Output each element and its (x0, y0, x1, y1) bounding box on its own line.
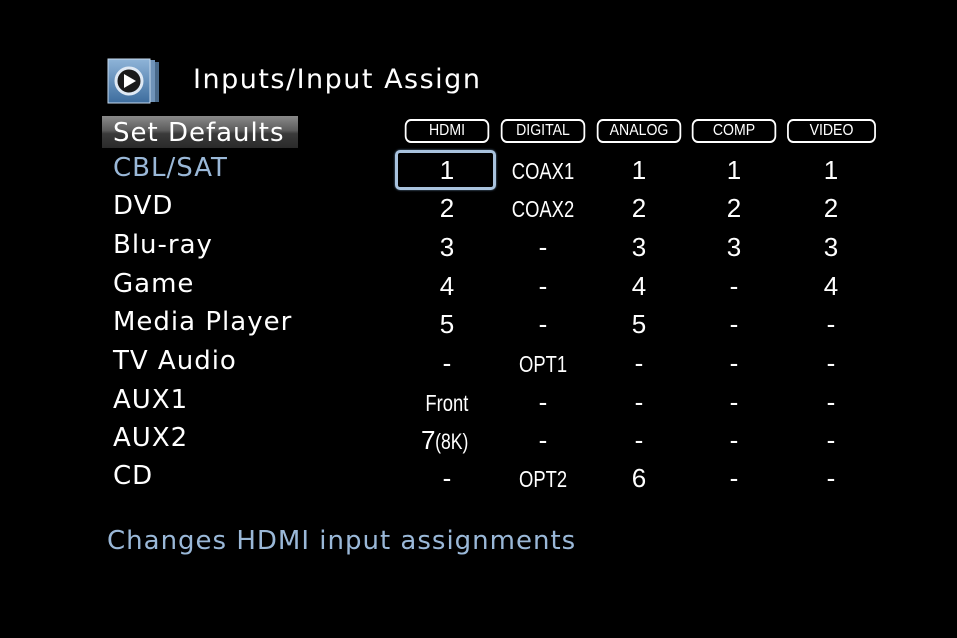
cell-digital[interactable]: OPT1 (495, 348, 591, 379)
cell-hdmi[interactable]: 7(8K) (399, 425, 495, 456)
cell-comp[interactable]: - (686, 309, 782, 340)
cell-hdmi[interactable]: 3 (399, 232, 495, 263)
row-label-game[interactable]: Game (113, 269, 194, 299)
cell-comp[interactable]: - (686, 348, 782, 379)
cell-hdmi[interactable]: 5 (399, 309, 495, 340)
cell-hdmi[interactable]: Front (399, 387, 495, 418)
cell-comp[interactable]: 1 (686, 155, 782, 186)
cell-digital-value: COAX1 (511, 158, 575, 184)
row-label-cd[interactable]: CD (113, 461, 153, 491)
cell-comp[interactable]: 2 (686, 193, 782, 224)
column-header-comp: COMP (691, 119, 777, 143)
cell-analog[interactable]: - (591, 348, 687, 379)
cell-hdmi[interactable]: 2 (399, 193, 495, 224)
cell-video[interactable]: - (783, 425, 879, 456)
cell-hdmi[interactable]: - (399, 348, 495, 379)
cell-digital[interactable]: OPT2 (495, 463, 591, 494)
cell-comp[interactable]: - (686, 387, 782, 418)
cell-digital[interactable]: - (495, 271, 591, 302)
cell-digital[interactable]: COAX2 (495, 193, 591, 224)
cell-hdmi[interactable]: 1 (399, 155, 495, 186)
help-text: Changes HDMI input assignments (107, 526, 577, 556)
column-header-analog: ANALOG (596, 119, 682, 143)
cell-video[interactable]: 1 (783, 155, 879, 186)
row-label-blu-ray[interactable]: Blu-ray (113, 230, 213, 260)
cell-comp[interactable]: - (686, 425, 782, 456)
cell-digital-value: COAX2 (511, 196, 575, 222)
column-header-video: VIDEO (787, 119, 876, 143)
cell-video[interactable]: - (783, 463, 879, 494)
row-label-cbl-sat[interactable]: CBL/SAT (113, 153, 228, 183)
cell-comp[interactable]: - (686, 463, 782, 494)
cell-digital[interactable]: - (495, 309, 591, 340)
set-defaults-button[interactable]: Set Defaults (102, 116, 298, 148)
cell-comp[interactable]: - (686, 271, 782, 302)
cell-hdmi[interactable]: 4 (399, 271, 495, 302)
row-label-tv-audio[interactable]: TV Audio (113, 346, 237, 376)
cell-digital[interactable]: COAX1 (495, 155, 591, 186)
row-label-dvd[interactable]: DVD (113, 191, 173, 221)
row-label-media-player[interactable]: Media Player (113, 307, 292, 337)
arrow-right-icon (107, 58, 161, 104)
row-label-aux1[interactable]: AUX1 (113, 385, 188, 415)
cell-video[interactable]: 3 (783, 232, 879, 263)
cell-video[interactable]: - (783, 309, 879, 340)
cell-digital[interactable]: - (495, 425, 591, 456)
page-title: Inputs/Input Assign (193, 64, 482, 95)
cell-analog[interactable]: 4 (591, 271, 687, 302)
cell-digital[interactable]: - (495, 232, 591, 263)
cell-digital-value: OPT2 (518, 466, 568, 492)
cell-hdmi-value: Front (425, 390, 469, 416)
cell-analog[interactable]: 2 (591, 193, 687, 224)
cell-analog[interactable]: 6 (591, 463, 687, 494)
row-label-aux2[interactable]: AUX2 (113, 423, 188, 453)
cell-video[interactable]: - (783, 348, 879, 379)
cell-hdmi-value: 7 (420, 425, 436, 455)
cell-video[interactable]: - (783, 387, 879, 418)
cell-analog[interactable]: - (591, 387, 687, 418)
cell-hdmi-suffix: (8K) (435, 429, 469, 454)
cell-analog[interactable]: 5 (591, 309, 687, 340)
cell-digital-value: OPT1 (518, 351, 568, 377)
cell-analog[interactable]: 1 (591, 155, 687, 186)
cell-analog[interactable]: 3 (591, 232, 687, 263)
cell-comp[interactable]: 3 (686, 232, 782, 263)
column-header-hdmi: HDMI (404, 119, 490, 143)
cell-digital[interactable]: - (495, 387, 591, 418)
cell-video[interactable]: 2 (783, 193, 879, 224)
column-header-digital: DIGITAL (500, 119, 586, 143)
cell-hdmi[interactable]: - (399, 463, 495, 494)
cell-analog[interactable]: - (591, 425, 687, 456)
cell-video[interactable]: 4 (783, 271, 879, 302)
